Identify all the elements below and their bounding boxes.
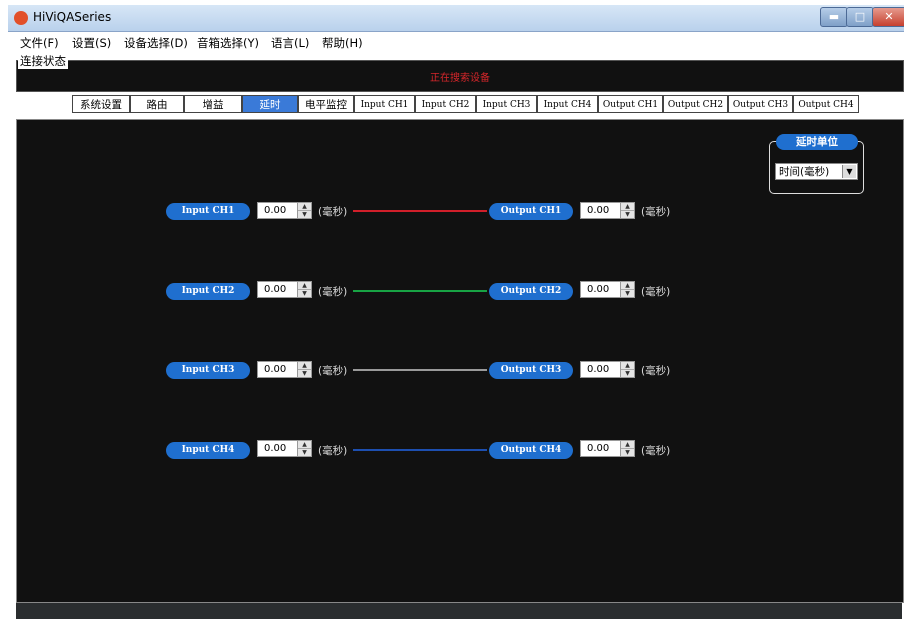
window-title: HiViQASeries	[33, 10, 112, 24]
ch4-link-line	[353, 449, 487, 451]
spin-up-icon[interactable]: ▲	[621, 362, 634, 370]
ch1-link-line	[353, 210, 487, 212]
tab-input-ch2[interactable]: Input CH2	[415, 95, 476, 113]
spin-down-icon[interactable]: ▼	[621, 290, 634, 297]
spin-down-icon[interactable]: ▼	[298, 370, 311, 377]
delay-unit-title: 延时单位	[776, 134, 858, 150]
tab-input-ch1[interactable]: Input CH1	[354, 95, 415, 113]
menu-bar: 文件(F) 设置(S) 设备选择(D) 音箱选择(Y) 语言(L) 帮助(H)	[10, 32, 904, 50]
spin-up-icon[interactable]: ▲	[298, 441, 311, 449]
output-ch1-unit: (毫秒)	[641, 206, 671, 218]
input-ch3-delay-spinbox[interactable]: 0.00 ▲ ▼	[257, 361, 312, 378]
spin-up-icon[interactable]: ▲	[621, 203, 634, 211]
spin-up-icon[interactable]: ▲	[298, 362, 311, 370]
spin-down-icon[interactable]: ▼	[298, 290, 311, 297]
app-logo-icon	[14, 11, 28, 25]
menu-file[interactable]: 文件(F)	[20, 35, 59, 51]
input-ch4-unit: (毫秒)	[318, 445, 348, 457]
output-ch2-delay-spinbox[interactable]: 0.00 ▲ ▼	[580, 281, 635, 298]
input-ch2-unit: (毫秒)	[318, 286, 348, 298]
input-ch4-label: Input CH4	[166, 442, 250, 459]
output-ch4-delay-spinbox[interactable]: 0.00 ▲ ▼	[580, 440, 635, 457]
input-ch1-unit: (毫秒)	[318, 206, 348, 218]
spin-down-icon[interactable]: ▼	[298, 449, 311, 456]
menu-language[interactable]: 语言(L)	[271, 35, 309, 51]
input-ch3-unit: (毫秒)	[318, 365, 348, 377]
chevron-down-icon[interactable]: ▼	[842, 165, 856, 178]
delay-unit-selected: 时间(毫秒)	[779, 166, 830, 178]
input-ch1-delay-spinbox[interactable]: 0.00 ▲ ▼	[257, 202, 312, 219]
output-ch4-label: Output CH4	[489, 442, 573, 459]
menu-device-select[interactable]: 设备选择(D)	[124, 35, 188, 51]
input-ch2-label: Input CH2	[166, 283, 250, 300]
ch2-link-line	[353, 290, 487, 292]
connection-status-group: 正在搜索设备	[16, 60, 904, 92]
maximize-button[interactable]: □	[846, 7, 874, 27]
tab-system-settings[interactable]: 系统设置	[72, 95, 130, 113]
input-ch4-delay-value: 0.00	[264, 443, 287, 454]
spin-up-icon[interactable]: ▲	[621, 441, 634, 449]
delay-unit-select[interactable]: 时间(毫秒) ▼	[775, 163, 858, 180]
input-ch1-label: Input CH1	[166, 203, 250, 220]
output-ch1-delay-spinbox[interactable]: 0.00 ▲ ▼	[580, 202, 635, 219]
minimize-button[interactable]: ▬	[820, 7, 848, 27]
output-ch3-delay-value: 0.00	[587, 364, 610, 375]
title-bar[interactable]: HiViQASeries ▬ □ ✕	[8, 5, 904, 32]
output-ch3-unit: (毫秒)	[641, 365, 671, 377]
spin-down-icon[interactable]: ▼	[621, 449, 634, 456]
tab-gain[interactable]: 增益	[184, 95, 242, 113]
menu-help[interactable]: 帮助(H)	[322, 35, 363, 51]
ch3-link-line	[353, 369, 487, 371]
input-ch3-label: Input CH3	[166, 362, 250, 379]
output-ch4-delay-value: 0.00	[587, 443, 610, 454]
menu-speaker-select[interactable]: 音箱选择(Y)	[197, 35, 259, 51]
output-ch2-unit: (毫秒)	[641, 286, 671, 298]
spin-up-icon[interactable]: ▲	[298, 203, 311, 211]
tab-input-ch4[interactable]: Input CH4	[537, 95, 598, 113]
minimize-icon: ▬	[828, 10, 840, 23]
output-ch3-label: Output CH3	[489, 362, 573, 379]
output-ch1-label: Output CH1	[489, 203, 573, 220]
spin-up-icon[interactable]: ▲	[621, 282, 634, 290]
tab-output-ch1[interactable]: Output CH1	[598, 95, 663, 113]
tab-output-ch2[interactable]: Output CH2	[663, 95, 728, 113]
spin-down-icon[interactable]: ▼	[298, 211, 311, 218]
tab-level-monitor[interactable]: 电平监控	[298, 95, 354, 113]
app-window: HiViQASeries ▬ □ ✕ 文件(F) 设置(S) 设备选择(D) 音…	[0, 0, 904, 619]
close-icon: ✕	[884, 10, 894, 23]
tab-routing[interactable]: 路由	[130, 95, 184, 113]
tab-delay[interactable]: 延时	[242, 95, 298, 113]
output-ch4-unit: (毫秒)	[641, 445, 671, 457]
tab-input-ch3[interactable]: Input CH3	[476, 95, 537, 113]
input-ch2-delay-spinbox[interactable]: 0.00 ▲ ▼	[257, 281, 312, 298]
input-ch3-delay-value: 0.00	[264, 364, 287, 375]
output-ch1-delay-value: 0.00	[587, 205, 610, 216]
output-ch2-label: Output CH2	[489, 283, 573, 300]
tab-output-ch4[interactable]: Output CH4	[793, 95, 859, 113]
spin-up-icon[interactable]: ▲	[298, 282, 311, 290]
tab-bar: 系统设置 路由 增益 延时 电平监控 Input CH1 Input CH2 I…	[16, 94, 902, 116]
output-ch2-delay-value: 0.00	[587, 284, 610, 295]
connection-status-label: 连接状态	[18, 53, 68, 69]
spin-down-icon[interactable]: ▼	[621, 370, 634, 377]
spin-down-icon[interactable]: ▼	[621, 211, 634, 218]
status-bar	[16, 603, 902, 619]
tab-output-ch3[interactable]: Output CH3	[728, 95, 793, 113]
menu-settings[interactable]: 设置(S)	[72, 35, 111, 51]
connection-status-text: 正在搜索设备	[430, 73, 490, 84]
input-ch1-delay-value: 0.00	[264, 205, 287, 216]
input-ch2-delay-value: 0.00	[264, 284, 287, 295]
output-ch3-delay-spinbox[interactable]: 0.00 ▲ ▼	[580, 361, 635, 378]
maximize-icon: □	[854, 10, 866, 23]
input-ch4-delay-spinbox[interactable]: 0.00 ▲ ▼	[257, 440, 312, 457]
close-button[interactable]: ✕	[872, 7, 904, 27]
